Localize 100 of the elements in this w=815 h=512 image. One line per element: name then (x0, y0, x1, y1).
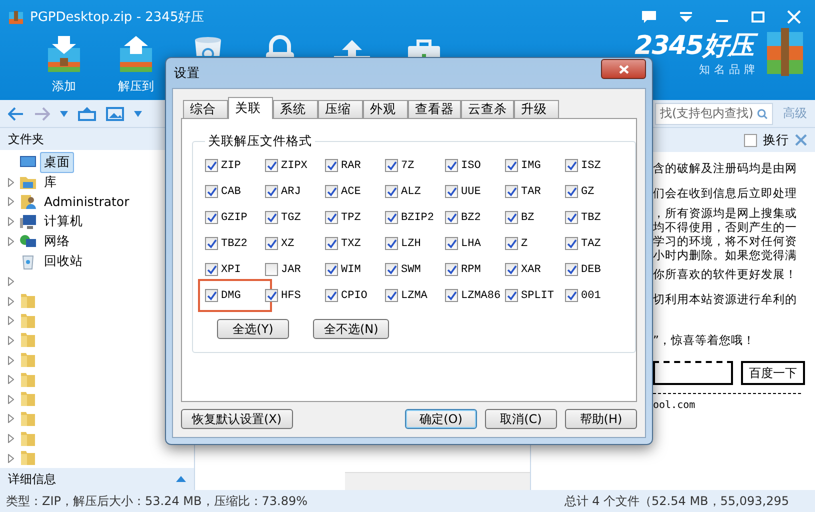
checkbox[interactable] (385, 289, 398, 302)
expand-arrow-icon[interactable] (8, 414, 14, 424)
format-checkbox-item[interactable]: BZIP2 (385, 208, 445, 227)
checkbox[interactable] (205, 237, 218, 250)
tree-item[interactable]: 库 (40, 172, 61, 192)
caret-icon[interactable] (134, 110, 142, 116)
format-checkbox-item[interactable]: DMG (205, 286, 265, 305)
checkbox[interactable] (385, 237, 398, 250)
checkbox[interactable] (445, 185, 458, 198)
format-checkbox-item[interactable]: LHA (445, 234, 505, 253)
checkbox[interactable] (385, 263, 398, 276)
settings-tab[interactable]: 升级 (514, 100, 559, 119)
format-checkbox-item[interactable]: GZ (565, 182, 625, 201)
format-checkbox-item[interactable]: UUE (445, 182, 505, 201)
settings-tab[interactable]: 压缩 (318, 100, 363, 119)
format-checkbox-item[interactable]: 001 (565, 286, 625, 305)
checkbox[interactable] (325, 211, 338, 224)
format-checkbox-item[interactable]: LZH (385, 234, 445, 253)
format-checkbox-item[interactable]: RPM (445, 260, 505, 279)
collapse-arrow-icon[interactable] (176, 476, 186, 482)
expand-arrow-icon[interactable] (8, 237, 14, 246)
expand-arrow-icon[interactable] (8, 356, 14, 365)
wrap-checkbox[interactable] (744, 134, 757, 146)
format-checkbox-item[interactable]: GZIP (205, 208, 265, 227)
checkbox[interactable] (565, 211, 578, 224)
format-checkbox-item[interactable]: XPI (205, 260, 265, 279)
format-checkbox-item[interactable]: ISZ (565, 156, 625, 175)
checkbox[interactable] (325, 185, 338, 198)
format-checkbox-item[interactable]: CPIO (325, 286, 385, 305)
checkbox[interactable] (265, 289, 278, 302)
format-checkbox-item[interactable]: ZIPX (265, 156, 325, 175)
tree-item[interactable]: Administrator (40, 192, 134, 212)
format-checkbox-item[interactable]: Z (505, 234, 565, 253)
format-checkbox-item[interactable]: IMG (505, 156, 565, 175)
settings-tab[interactable]: 外观 (363, 100, 408, 119)
expand-arrow-icon[interactable] (8, 336, 14, 345)
settings-tab[interactable]: 关联 (228, 97, 273, 119)
format-checkbox-item[interactable]: SPLIT (505, 286, 565, 305)
format-checkbox-item[interactable]: ACE (325, 182, 385, 201)
checkbox[interactable] (325, 263, 338, 276)
checkbox[interactable] (565, 185, 578, 198)
select-all-button[interactable]: 全选(Y) (217, 319, 289, 339)
checkbox[interactable] (445, 237, 458, 250)
checkbox[interactable] (205, 185, 218, 198)
expand-arrow-icon[interactable] (8, 394, 14, 404)
checkbox[interactable] (205, 211, 218, 224)
format-checkbox-item[interactable]: ALZ (385, 182, 445, 201)
expand-arrow-icon[interactable] (8, 296, 14, 306)
format-checkbox-item[interactable]: TXZ (325, 234, 385, 253)
expand-arrow-icon[interactable] (8, 375, 14, 384)
image-view-icon[interactable] (106, 106, 124, 120)
checkbox[interactable] (505, 237, 518, 250)
format-checkbox-item[interactable]: LZMA86 (445, 286, 505, 305)
checkbox[interactable] (385, 211, 398, 224)
checkbox[interactable] (445, 211, 458, 224)
expand-arrow-icon[interactable] (8, 316, 14, 326)
checkbox[interactable] (265, 237, 278, 250)
checkbox[interactable] (205, 159, 218, 172)
search-field[interactable]: 找(支持包内查找) (655, 102, 773, 124)
checkbox[interactable] (505, 289, 518, 302)
checkbox[interactable] (565, 237, 578, 250)
format-checkbox-item[interactable]: TBZ2 (205, 234, 265, 253)
checkbox[interactable] (325, 289, 338, 302)
checkbox[interactable] (565, 159, 578, 172)
format-checkbox-item[interactable]: CAB (205, 182, 265, 201)
checkbox[interactable] (385, 185, 398, 198)
format-checkbox-item[interactable]: RAR (325, 156, 385, 175)
search-icon[interactable] (757, 106, 768, 120)
expand-arrow-icon[interactable] (8, 197, 14, 206)
checkbox[interactable] (385, 159, 398, 172)
format-checkbox-item[interactable]: WIM (325, 260, 385, 279)
checkbox[interactable] (505, 263, 518, 276)
checkbox[interactable] (505, 159, 518, 172)
expand-arrow-icon[interactable] (8, 178, 14, 186)
checkbox[interactable] (325, 237, 338, 250)
cancel-button[interactable]: 取消(C) (485, 409, 557, 429)
dialog-close-button[interactable] (601, 59, 646, 79)
format-checkbox-item[interactable]: TGZ (265, 208, 325, 227)
caret-icon[interactable] (60, 110, 68, 116)
tree-item[interactable]: 网络 (40, 231, 74, 252)
format-checkbox-item[interactable]: BZ2 (445, 208, 505, 227)
expand-arrow-icon[interactable] (8, 434, 14, 444)
settings-tab[interactable]: 云查杀 (461, 100, 514, 119)
dropdown-menu-icon[interactable] (679, 11, 693, 23)
checkbox[interactable] (445, 159, 458, 172)
checkbox[interactable] (205, 263, 218, 276)
expand-arrow-icon[interactable] (8, 217, 14, 226)
checkbox[interactable] (265, 211, 278, 224)
chat-icon[interactable] (641, 10, 657, 24)
toolbar-button-label[interactable]: 解压到 (118, 78, 154, 95)
checkbox[interactable] (445, 263, 458, 276)
checkbox[interactable] (265, 263, 278, 276)
format-checkbox-item[interactable]: 7Z (385, 156, 445, 175)
format-checkbox-item[interactable]: TBZ (565, 208, 625, 227)
search-button[interactable]: 百度一下 (741, 361, 805, 385)
checkbox[interactable] (505, 211, 518, 224)
format-checkbox-item[interactable]: DEB (565, 260, 625, 279)
checkbox[interactable] (265, 159, 278, 172)
checkbox[interactable] (205, 289, 218, 302)
format-checkbox-item[interactable]: SWM (385, 260, 445, 279)
